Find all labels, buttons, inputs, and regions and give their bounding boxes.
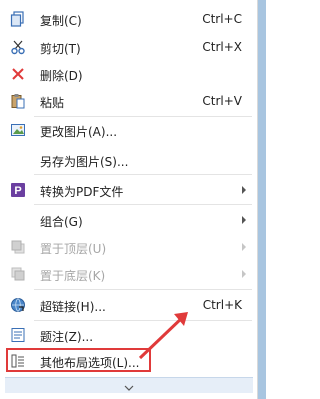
menu-item-label: 超链接(H)...	[40, 300, 106, 314]
window-background-strip	[258, 0, 266, 399]
menu-separator	[34, 204, 252, 205]
menu-item-shortcut: Ctrl+K	[202, 298, 242, 312]
menu-item-label: 删除(D)	[40, 69, 83, 83]
submenu-arrow-icon	[242, 270, 246, 278]
menu-item-paste[interactable]: 粘贴 Ctrl+V	[0, 90, 258, 112]
menu-separator	[34, 320, 252, 321]
menu-item-label: 更改图片(A)...	[40, 125, 118, 139]
menu-item-change-picture[interactable]: 更改图片(A)...	[0, 119, 258, 141]
menu-item-label: 另存为图片(S)...	[40, 155, 129, 169]
menu-item-convert-to-pdf[interactable]: P 转换为PDF文件	[0, 179, 258, 201]
menu-item-caption[interactable]: 题注(Z)...	[0, 324, 258, 346]
svg-text:P: P	[14, 185, 21, 197]
menu-item-label: 置于底层(K)	[40, 269, 106, 283]
menu-scroll-down-button[interactable]	[5, 377, 253, 393]
menu-item-label: 其他布局选项(L)...	[40, 356, 140, 370]
menu-item-label: 复制(C)	[40, 14, 82, 28]
menu-item-cut[interactable]: 剪切(T) Ctrl+X	[0, 36, 258, 58]
menu-item-save-as-picture[interactable]: 另存为图片(S)...	[0, 149, 258, 171]
change-picture-icon	[10, 122, 26, 138]
menu-item-delete[interactable]: 删除(D)	[0, 63, 258, 85]
menu-item-label: 置于顶层(U)	[40, 242, 107, 256]
menu-item-shortcut: Ctrl+V	[202, 94, 242, 108]
submenu-arrow-icon	[242, 216, 246, 224]
menu-item-layout-options[interactable]: 其他布局选项(L)...	[0, 350, 258, 372]
submenu-arrow-icon	[242, 186, 246, 194]
submenu-arrow-icon	[242, 243, 246, 251]
paste-icon	[10, 93, 26, 109]
menu-item-copy[interactable]: 复制(C) Ctrl+C	[0, 8, 258, 30]
caption-icon	[10, 327, 26, 343]
menu-separator	[34, 289, 252, 290]
menu-item-label: 题注(Z)...	[40, 330, 94, 344]
menu-item-label: 组合(G)	[40, 215, 83, 229]
bring-to-front-icon	[10, 239, 26, 255]
menu-separator	[34, 174, 252, 175]
send-to-back-icon	[10, 266, 26, 282]
hyperlink-icon	[10, 297, 26, 313]
menu-item-shortcut: Ctrl+X	[202, 40, 242, 54]
menu-item-send-to-back[interactable]: 置于底层(K)	[0, 263, 258, 285]
menu-separator	[34, 116, 252, 117]
menu-item-hyperlink[interactable]: 超链接(H)... Ctrl+K	[0, 294, 258, 316]
menu-item-shortcut: Ctrl+C	[202, 12, 242, 26]
delete-icon	[10, 66, 26, 82]
chevron-down-icon	[124, 376, 134, 395]
menu-item-bring-to-front[interactable]: 置于顶层(U)	[0, 236, 258, 258]
copy-icon	[10, 11, 26, 27]
cut-icon	[10, 39, 26, 55]
pdf-icon: P	[10, 182, 26, 198]
menu-item-label: 转换为PDF文件	[40, 185, 124, 199]
context-menu: 复制(C) Ctrl+C 剪切(T) Ctrl+X 删除(D) 粘贴 Ctrl+…	[0, 0, 258, 399]
menu-item-label: 剪切(T)	[40, 42, 81, 56]
menu-item-group[interactable]: 组合(G)	[0, 209, 258, 231]
layout-options-icon	[10, 353, 26, 369]
menu-item-label: 粘贴	[40, 96, 65, 110]
